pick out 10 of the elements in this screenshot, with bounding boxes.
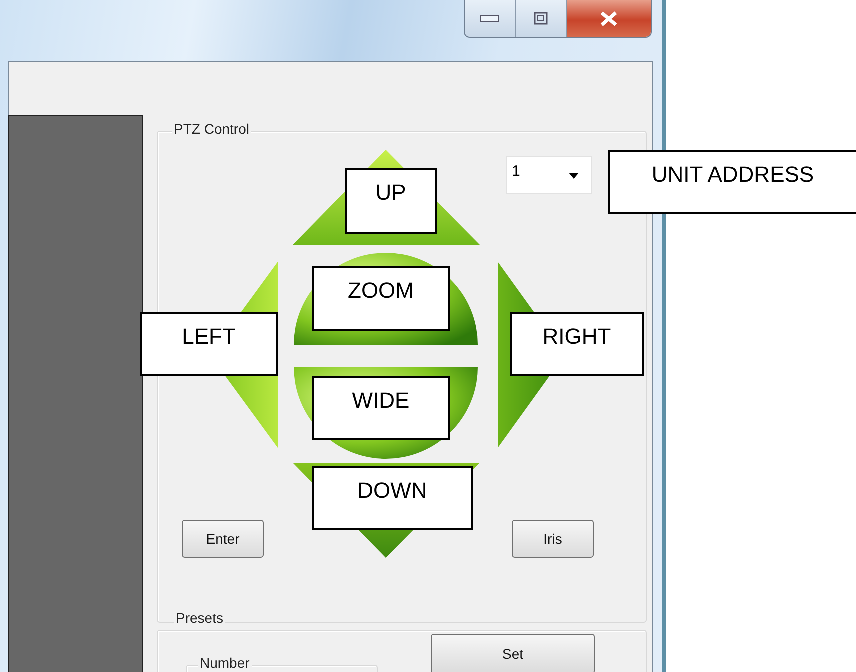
number-label: Number [198,655,252,671]
annotation-tooltip: UNIT ADDRESS [608,150,856,214]
annotation-tooltip: ZOOM [312,266,450,331]
ptz-control-label: PTZ Control [172,121,252,137]
annotation-tooltip: LEFT [140,312,278,376]
presets-label: Presets [174,610,226,626]
annotation-tooltip: WIDE [312,376,450,440]
annotation-tooltip: UP [345,168,437,234]
annotation-tooltip: DOWN [312,466,473,530]
annotation-tooltip: RIGHT [510,312,644,376]
